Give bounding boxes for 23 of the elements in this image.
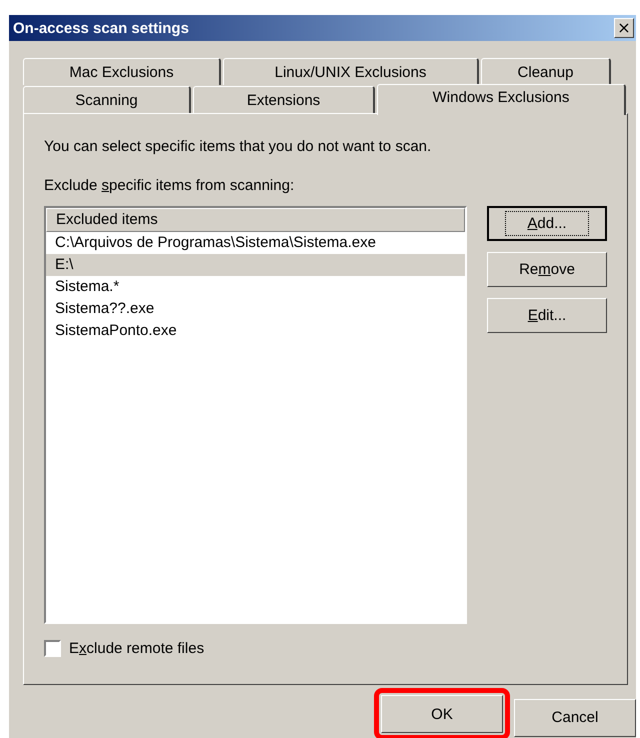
list-item[interactable]: E:\: [46, 254, 465, 276]
action-button[interactable]: Remove: [487, 252, 607, 287]
checkbox-label: Exclude remote files: [69, 640, 204, 657]
tab[interactable]: Cleanup: [481, 58, 611, 85]
tab[interactable]: Scanning: [23, 86, 191, 113]
tab[interactable]: Windows Exclusions: [377, 84, 626, 115]
action-button[interactable]: Add...: [487, 206, 607, 241]
list-item[interactable]: Sistema??.exe: [46, 298, 465, 320]
close-button[interactable]: ×: [614, 18, 634, 38]
list-label: Exclude specific items from scanning:: [44, 177, 296, 194]
list-item[interactable]: C:\Arquivos de Programas\Sistema\Sistema.exe: [46, 232, 465, 254]
tab[interactable]: Linux/UNIX Exclusions: [223, 58, 479, 85]
list-item[interactable]: SistemaPonto.exe: [46, 320, 465, 342]
intro-text: You can select specific items that you do not want to scan.: [44, 138, 432, 155]
dialog-button[interactable]: Cancel: [514, 698, 636, 736]
column-header[interactable]: Excluded items: [46, 208, 465, 232]
checkbox[interactable]: [44, 640, 61, 657]
list-item[interactable]: Sistema.*: [46, 276, 465, 298]
dialog-button[interactable]: OK: [381, 695, 503, 733]
tab[interactable]: Extensions: [193, 86, 375, 113]
window-title: On-access scan settings: [13, 20, 189, 36]
tab[interactable]: Mac Exclusions: [23, 58, 221, 85]
action-button[interactable]: Edit...: [487, 298, 607, 333]
